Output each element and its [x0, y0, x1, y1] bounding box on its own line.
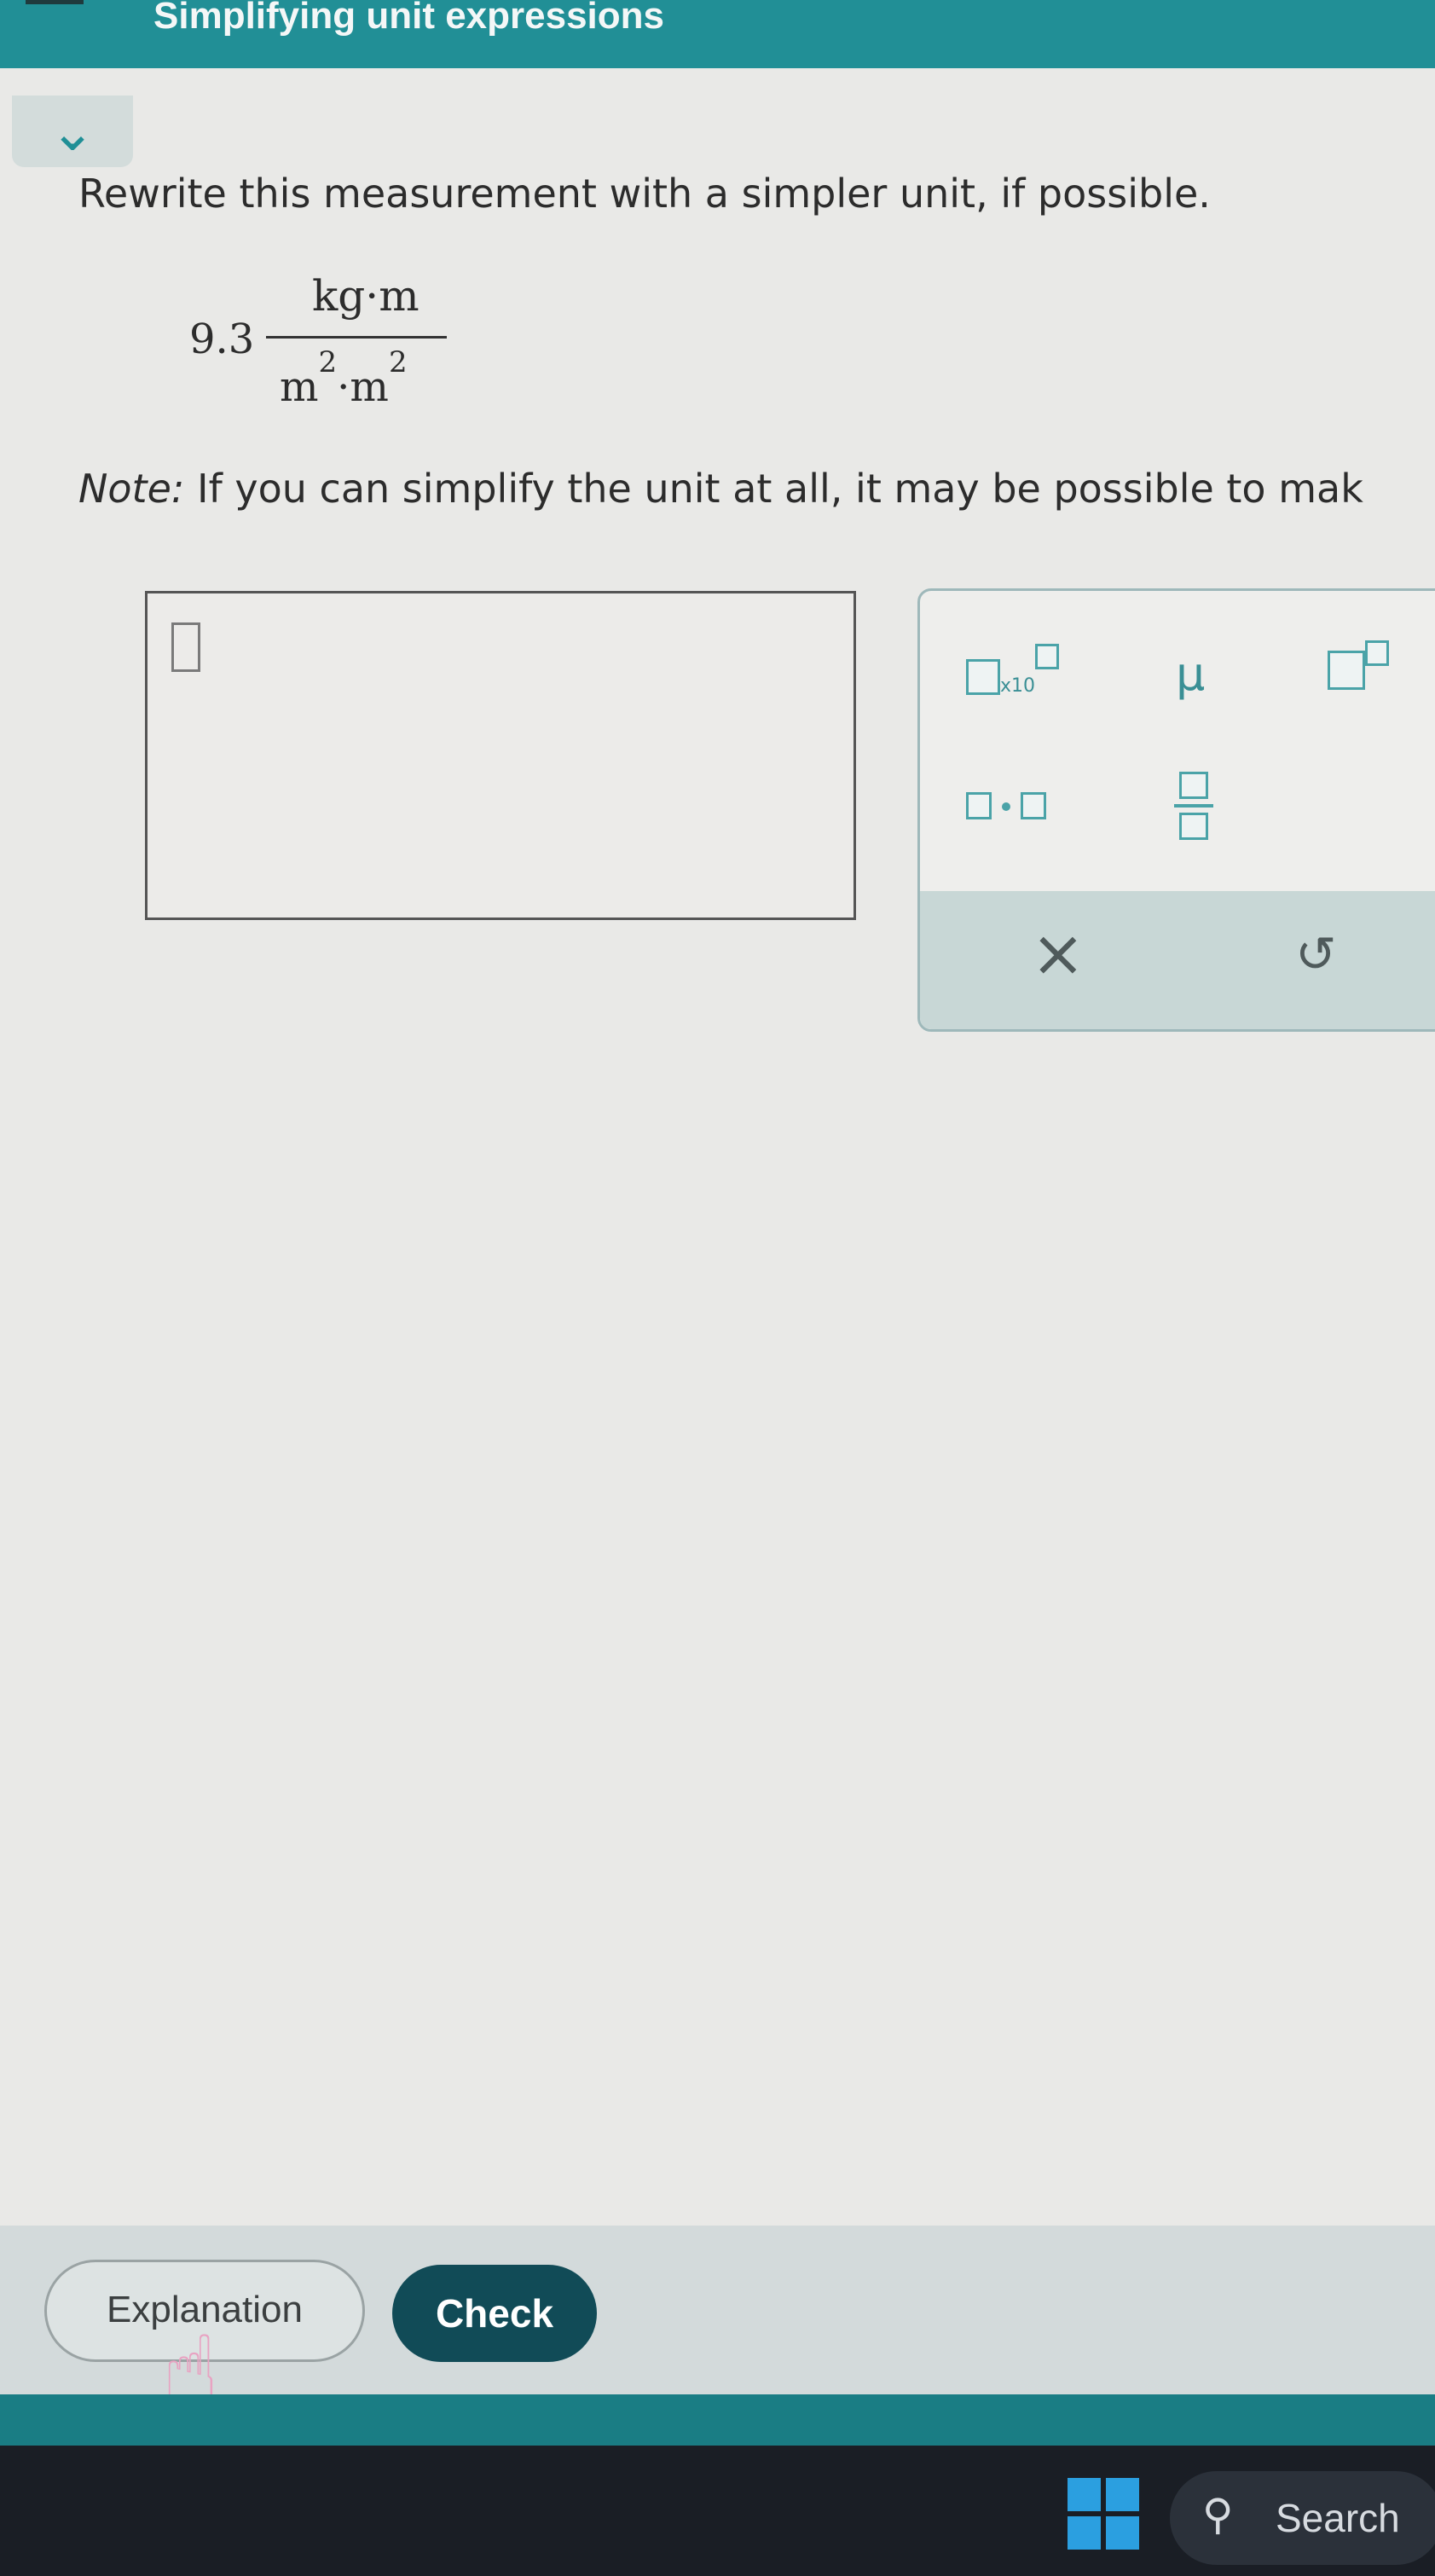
unit-fraction: kg·m m2·m2	[266, 271, 447, 416]
note-body: If you can simplify the unit at all, it …	[184, 466, 1363, 512]
keypad-action-row: × ↺	[920, 891, 1435, 1029]
multiply-dot-key[interactable]	[966, 792, 1046, 823]
top-bar: Simplifying unit expressions	[0, 0, 1435, 68]
math-keypad: x10 μ × ↺	[917, 588, 1435, 1032]
input-placeholder-box[interactable]	[171, 622, 200, 672]
exponent-box-icon	[1365, 640, 1389, 666]
base-box-icon	[966, 659, 1000, 695]
note-label: Note:	[78, 466, 185, 512]
denominator-base: m	[280, 363, 319, 411]
fraction-key[interactable]	[1174, 772, 1213, 840]
left-box-icon	[966, 792, 992, 819]
denominator-box-icon	[1179, 813, 1208, 840]
logo-tile	[1068, 2478, 1101, 2511]
question-prompt: Rewrite this measurement with a simpler …	[78, 171, 1211, 217]
collapse-button[interactable]: ⌄	[12, 96, 133, 167]
denominator-exponent-1: 2	[318, 345, 338, 379]
numerator-box-icon	[1179, 772, 1208, 799]
taskbar-search[interactable]: ⚲ Search	[1170, 2471, 1435, 2565]
bottom-band	[0, 2394, 1435, 2446]
chevron-down-icon: ⌄	[49, 101, 95, 164]
logo-tile	[1106, 2478, 1139, 2511]
page-title: Simplifying unit expressions	[153, 0, 665, 37]
base-box-icon	[1328, 651, 1365, 690]
fraction-line-icon	[1174, 804, 1213, 808]
denominator-exponent-2: 2	[388, 345, 408, 379]
unit-numerator: kg·m	[312, 271, 420, 321]
exponent-box-icon	[1035, 644, 1060, 669]
search-label: Search	[1276, 2496, 1400, 2540]
unit-denominator: m2·m2	[280, 345, 408, 411]
fraction-bar	[266, 336, 447, 339]
note-text: Note: If you can simplify the unit at al…	[78, 466, 1363, 512]
logo-tile	[1068, 2516, 1101, 2550]
right-box-icon	[1021, 792, 1046, 819]
windows-start-icon[interactable]	[1068, 2478, 1139, 2550]
x10-label: x10	[1000, 675, 1036, 697]
check-button[interactable]: Check	[392, 2265, 597, 2362]
undo-key[interactable]: ↺	[1295, 925, 1337, 983]
search-icon: ⚲	[1202, 2490, 1234, 2539]
answer-input[interactable]	[145, 591, 856, 920]
dot-icon	[1002, 802, 1010, 811]
logo-tile	[1106, 2516, 1139, 2550]
menu-icon[interactable]	[26, 0, 84, 4]
scientific-notation-key[interactable]: x10	[966, 644, 1060, 700]
measurement-coefficient: 9.3	[189, 315, 255, 363]
clear-key[interactable]: ×	[1031, 915, 1085, 991]
superscript-key[interactable]	[1328, 640, 1389, 693]
mu-key[interactable]: μ	[1176, 647, 1205, 701]
content-area	[0, 68, 1435, 2234]
denominator-sep: ·m	[337, 363, 389, 411]
